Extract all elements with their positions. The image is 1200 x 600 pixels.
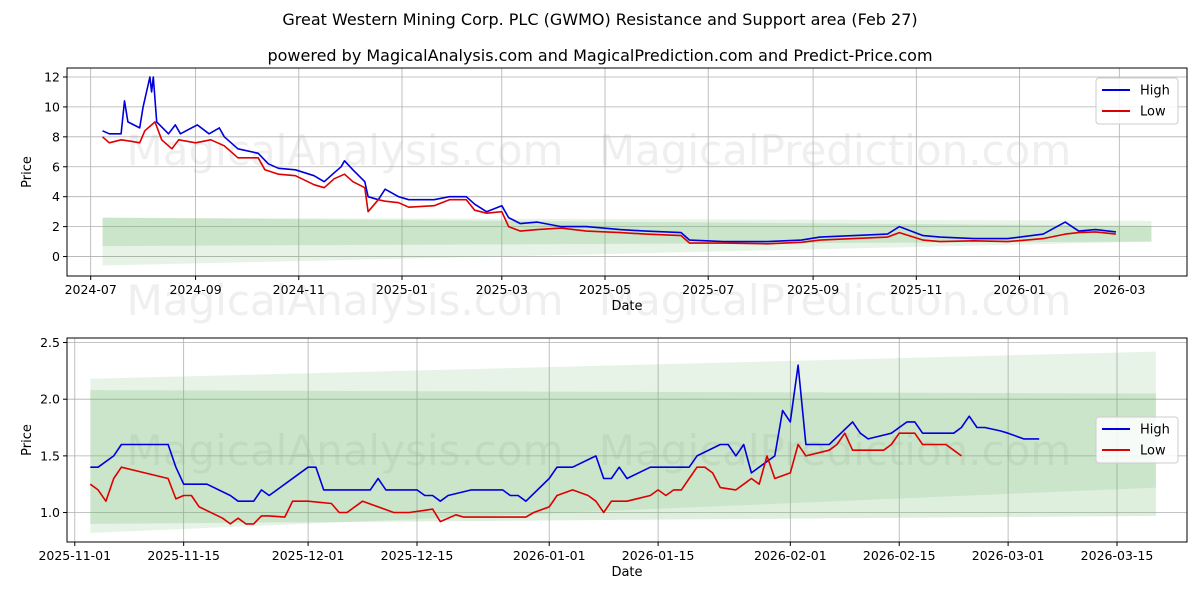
legend: High Low bbox=[1095, 77, 1179, 125]
plot-area bbox=[89, 351, 1156, 533]
x-axis-label: Date bbox=[611, 565, 642, 580]
x-tick-label: 2025-01 bbox=[376, 282, 428, 297]
x-tick-label: 2025-11 bbox=[890, 282, 942, 297]
x-tick-label: 2025-12-15 bbox=[381, 548, 454, 563]
y-tick-label: 12 bbox=[44, 69, 60, 84]
figure: Great Western Mining Corp. PLC (GWMO) Re… bbox=[0, 0, 1200, 600]
y-axis-label: Price bbox=[20, 424, 35, 456]
x-tick-label: 2024-07 bbox=[65, 282, 117, 297]
x-tick-label: 2025-11-15 bbox=[147, 548, 220, 563]
x-tick-label: 2026-01 bbox=[993, 282, 1045, 297]
x-tick-label: 2026-03-01 bbox=[972, 548, 1045, 563]
charts-canvas: MagicalAnalysis.com MagicalPrediction.com… bbox=[20, 67, 1188, 580]
x-tick-label: 2026-01-01 bbox=[513, 548, 586, 563]
y-tick-label: 1.5 bbox=[40, 448, 60, 463]
watermark-text: MagicalPrediction.com bbox=[599, 126, 1072, 175]
legend-label-low: Low bbox=[1140, 444, 1166, 459]
x-tick-label: 2025-09 bbox=[787, 282, 839, 297]
y-tick-label: 10 bbox=[44, 99, 60, 114]
x-tick-label: 2026-03 bbox=[1093, 282, 1145, 297]
x-tick-label: 2025-11-01 bbox=[38, 548, 111, 563]
detail-chart: 2025-11-01 2025-11-15 2025-12-01 2025-12-15… bbox=[20, 335, 1188, 580]
legend-label-high: High bbox=[1140, 84, 1170, 99]
y-tick-label: 0 bbox=[52, 249, 60, 264]
x-tick-label: 2026-03-15 bbox=[1081, 548, 1154, 563]
legend-label-low: Low bbox=[1140, 105, 1166, 120]
x-tick-label: 2024-11 bbox=[273, 282, 325, 297]
y-tick-label: 2.0 bbox=[40, 392, 60, 407]
y-tick-label: 2.5 bbox=[40, 335, 60, 350]
x-tick-label: 2026-01-15 bbox=[622, 548, 695, 563]
x-tick-label: 2025-05 bbox=[579, 282, 631, 297]
y-tick-label: 8 bbox=[52, 129, 60, 144]
support-resistance-band bbox=[90, 390, 1156, 524]
y-tick-label: 2 bbox=[52, 219, 60, 234]
x-axis-label: Date bbox=[611, 299, 642, 314]
x-tick-label: 2025-03 bbox=[476, 282, 528, 297]
y-tick-label: 6 bbox=[52, 159, 60, 174]
watermark-text: MagicalAnalysis.com bbox=[127, 126, 564, 175]
legend-label-high: High bbox=[1140, 423, 1170, 438]
x-tick-label: 2025-12-01 bbox=[272, 548, 345, 563]
y-axis-label: Price bbox=[20, 156, 35, 188]
x-tick-label: 2025-07 bbox=[682, 282, 734, 297]
y-tick-label: 4 bbox=[52, 189, 60, 204]
x-tick-label: 2026-02-15 bbox=[863, 548, 936, 563]
y-tick-label: 1.0 bbox=[40, 505, 60, 520]
legend: High Low bbox=[1095, 416, 1179, 464]
x-tick-label: 2026-02-01 bbox=[754, 548, 827, 563]
x-tick-label: 2024-09 bbox=[169, 282, 221, 297]
